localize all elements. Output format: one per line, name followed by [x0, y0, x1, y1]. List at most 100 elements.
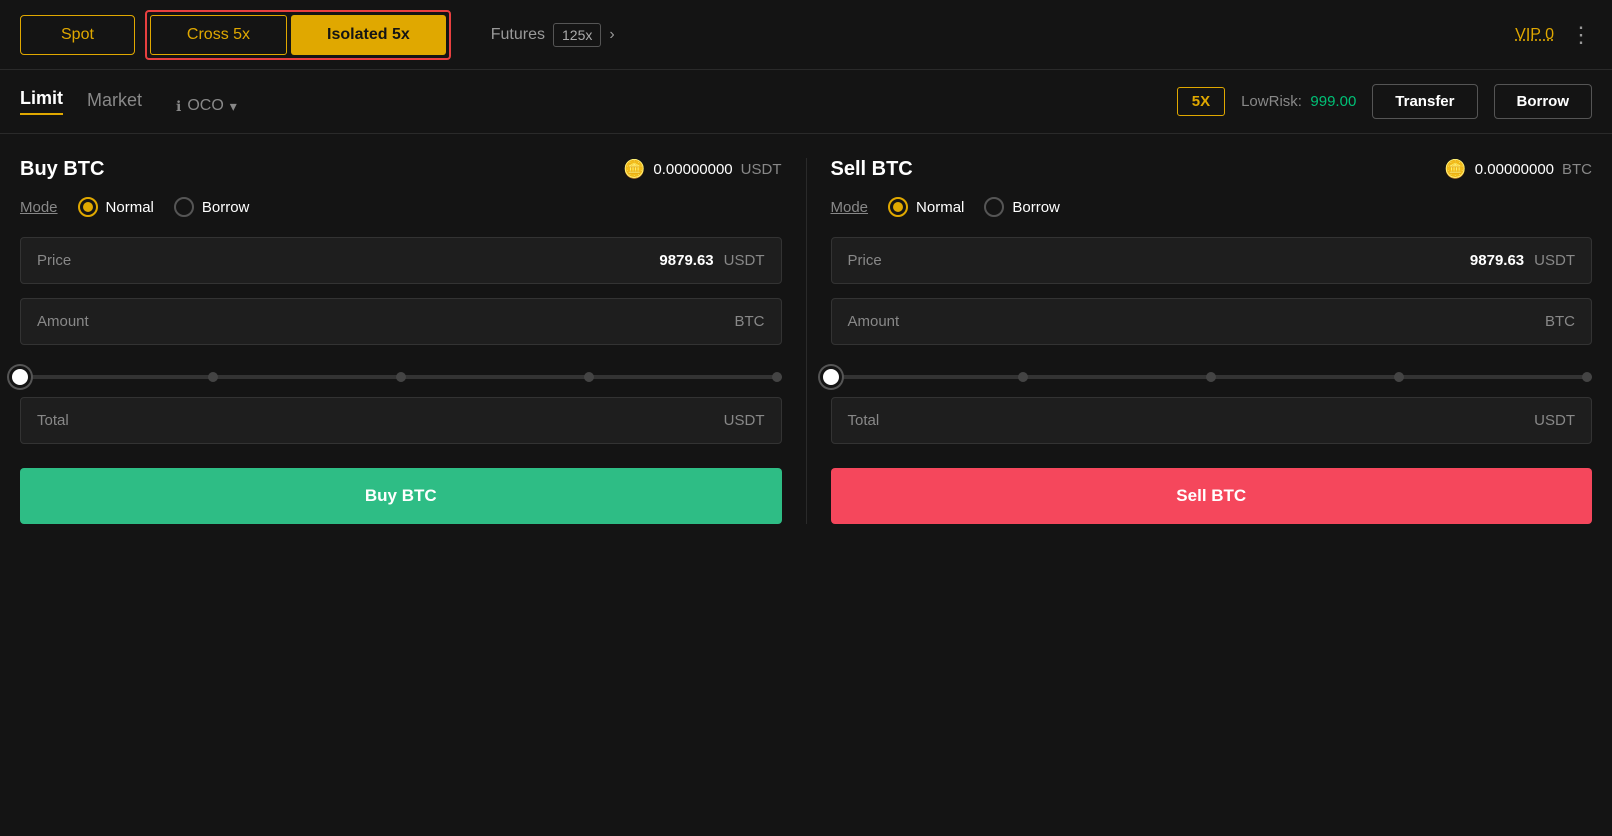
sell-action-button[interactable]: Sell BTC [831, 468, 1593, 524]
buy-slider-track[interactable] [20, 375, 782, 379]
buy-balance-section: 🪙 0.00000000 USDT [623, 159, 782, 180]
buy-balance-value: 0.00000000 [653, 161, 732, 178]
buy-borrow-radio-circle [174, 197, 194, 217]
oco-info-icon: ℹ [176, 98, 181, 115]
oco-label: OCO [187, 97, 223, 115]
sell-price-currency: USDT [1534, 252, 1575, 269]
sell-normal-radio-dot [893, 202, 903, 212]
sell-slider-dot-50 [1206, 372, 1216, 382]
sell-total-field[interactable]: Total USDT [831, 397, 1593, 444]
buy-slider-dot-100 [772, 372, 782, 382]
sell-price-row: Price 9879.63 USDT [831, 237, 1593, 284]
vip-label[interactable]: VIP 0 [1515, 26, 1554, 44]
futures-section: Futures 125x › [491, 23, 615, 47]
tab-isolated[interactable]: Isolated 5x [291, 15, 446, 55]
sell-mode-label[interactable]: Mode [831, 199, 869, 216]
buy-total-currency: USDT [724, 412, 765, 429]
tab-cross[interactable]: Cross 5x [150, 15, 287, 55]
buy-total-label: Total [37, 412, 724, 429]
buy-borrow-label: Borrow [202, 199, 250, 216]
sell-amount-field[interactable]: Amount BTC [831, 298, 1593, 345]
buy-panel-title: Buy BTC [20, 158, 104, 181]
transfer-button[interactable]: Transfer [1372, 84, 1477, 119]
leverage-badge[interactable]: 5X [1177, 87, 1225, 116]
tab-limit[interactable]: Limit [20, 88, 63, 115]
buy-action-button[interactable]: Buy BTC [20, 468, 782, 524]
sell-amount-currency: BTC [1545, 313, 1575, 330]
buy-slider-dots [20, 372, 782, 382]
futures-label: Futures [491, 26, 545, 44]
buy-balance-currency: USDT [741, 161, 782, 178]
sell-panel-title: Sell BTC [831, 158, 913, 181]
buy-mode-label[interactable]: Mode [20, 199, 58, 216]
sell-slider-dot-25 [1018, 372, 1028, 382]
sell-price-field[interactable]: Price 9879.63 USDT [831, 237, 1593, 284]
sell-normal-radio[interactable]: Normal [888, 197, 964, 217]
buy-mode-row: Mode Normal Borrow [20, 197, 782, 217]
sell-normal-radio-circle [888, 197, 908, 217]
order-type-tabs: Limit Market ℹ OCO ▾ [20, 88, 237, 115]
sell-borrow-radio-circle [984, 197, 1004, 217]
buy-slider-dot-75 [584, 372, 594, 382]
buy-price-field[interactable]: Price 9879.63 USDT [20, 237, 782, 284]
panel-divider [806, 158, 807, 524]
buy-slider-dot-25 [208, 372, 218, 382]
buy-panel: Buy BTC 🪙 0.00000000 USDT Mode Normal Bo… [20, 158, 782, 524]
sell-balance-section: 🪙 0.00000000 BTC [1444, 159, 1592, 180]
toolbar-right: 5X LowRisk: 999.00 Transfer Borrow [1177, 84, 1592, 119]
borrow-button[interactable]: Borrow [1494, 84, 1593, 119]
sell-borrow-radio[interactable]: Borrow [984, 197, 1060, 217]
sell-price-value: 9879.63 [1470, 252, 1524, 269]
tab-market[interactable]: Market [87, 90, 142, 115]
sell-total-row: Total USDT [831, 397, 1593, 444]
tab-spot[interactable]: Spot [20, 15, 135, 55]
low-risk-value: 999.00 [1310, 93, 1356, 110]
sell-wallet-icon: 🪙 [1444, 159, 1466, 180]
buy-amount-row: Amount BTC [20, 298, 782, 345]
top-bar: Spot Cross 5x Isolated 5x Futures 125x ›… [0, 0, 1612, 70]
buy-price-value: 9879.63 [659, 252, 713, 269]
buy-total-field[interactable]: Total USDT [20, 397, 782, 444]
sell-panel-header: Sell BTC 🪙 0.00000000 BTC [831, 158, 1593, 181]
buy-normal-radio[interactable]: Normal [78, 197, 154, 217]
sell-slider-handle[interactable] [820, 366, 842, 388]
buy-price-row: Price 9879.63 USDT [20, 237, 782, 284]
sell-panel: Sell BTC 🪙 0.00000000 BTC Mode Normal Bo… [831, 158, 1593, 524]
buy-total-row: Total USDT [20, 397, 782, 444]
wallet-icon: 🪙 [623, 159, 645, 180]
buy-normal-label: Normal [106, 199, 154, 216]
sell-price-label: Price [848, 252, 1470, 269]
buy-borrow-radio[interactable]: Borrow [174, 197, 250, 217]
sell-total-label: Total [848, 412, 1535, 429]
toolbar: Limit Market ℹ OCO ▾ 5X LowRisk: 999.00 … [0, 70, 1612, 134]
futures-leverage-badge[interactable]: 125x [553, 23, 601, 47]
buy-normal-radio-dot [83, 202, 93, 212]
chevron-right-icon[interactable]: › [609, 26, 614, 44]
oco-dropdown-icon[interactable]: ▾ [230, 98, 237, 115]
more-options-icon[interactable]: ⋮ [1570, 22, 1592, 48]
buy-slider-row [20, 359, 782, 383]
tab-group-margin: Cross 5x Isolated 5x [145, 10, 451, 60]
trading-panels: Buy BTC 🪙 0.00000000 USDT Mode Normal Bo… [0, 134, 1612, 548]
buy-amount-currency: BTC [735, 313, 765, 330]
buy-amount-label: Amount [37, 313, 735, 330]
sell-balance-value: 0.00000000 [1475, 161, 1554, 178]
sell-slider-track[interactable] [831, 375, 1593, 379]
oco-section[interactable]: ℹ OCO ▾ [176, 97, 237, 115]
buy-price-label: Price [37, 252, 659, 269]
sell-amount-label: Amount [848, 313, 1546, 330]
buy-normal-radio-circle [78, 197, 98, 217]
buy-slider-dot-50 [396, 372, 406, 382]
buy-panel-header: Buy BTC 🪙 0.00000000 USDT [20, 158, 782, 181]
sell-slider-dots [831, 372, 1593, 382]
sell-amount-row: Amount BTC [831, 298, 1593, 345]
sell-total-currency: USDT [1534, 412, 1575, 429]
buy-price-currency: USDT [724, 252, 765, 269]
buy-amount-field[interactable]: Amount BTC [20, 298, 782, 345]
low-risk-label: LowRisk: [1241, 93, 1302, 110]
sell-borrow-label: Borrow [1012, 199, 1060, 216]
buy-slider-handle[interactable] [9, 366, 31, 388]
sell-mode-row: Mode Normal Borrow [831, 197, 1593, 217]
sell-balance-currency: BTC [1562, 161, 1592, 178]
sell-slider-row [831, 359, 1593, 383]
